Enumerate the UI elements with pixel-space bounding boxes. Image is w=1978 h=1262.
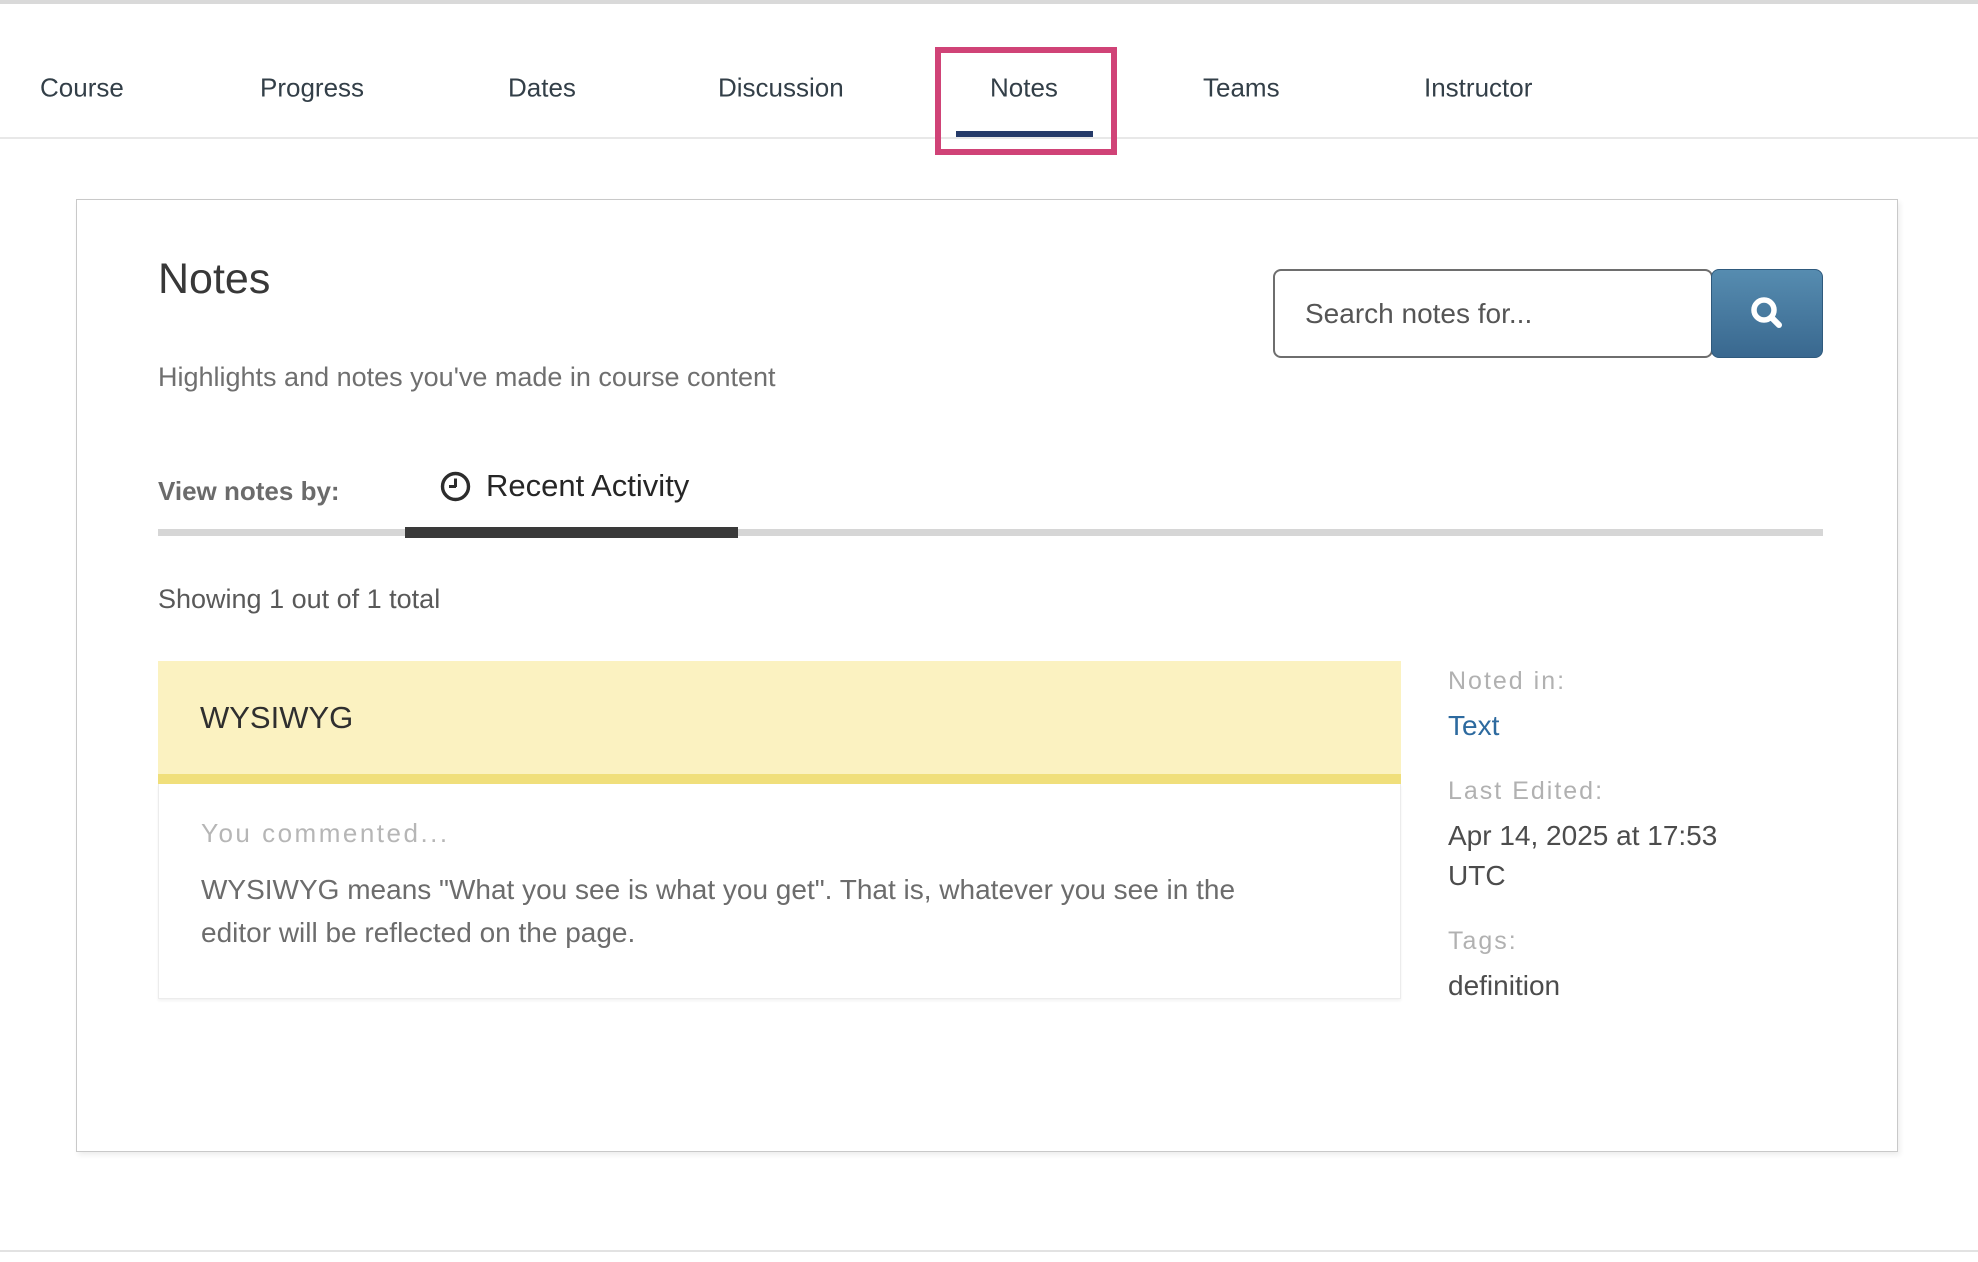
tab-teams[interactable]: Teams [1203,73,1280,104]
view-tab-recent-activity[interactable]: Recent Activity [439,468,689,504]
last-edited-value: Apr 14, 2025 at 17:53 UTC [1448,816,1758,897]
tab-course[interactable]: Course [40,73,124,104]
notes-page: Course Progress Dates Discussion Notes T… [0,0,1978,1262]
notes-panel: Notes Highlights and notes you've made i… [76,199,1898,1152]
course-tab-nav: Course Progress Dates Discussion Notes T… [0,4,1978,139]
tab-instructor[interactable]: Instructor [1424,73,1532,104]
highlight-label: WYSIWYG [200,700,353,736]
tab-dates[interactable]: Dates [508,73,576,104]
noted-in-link[interactable]: Text [1448,710,1499,741]
results-summary: Showing 1 out of 1 total [158,584,440,615]
last-edited-label: Last Edited: [1448,777,1758,806]
comment-text: WYSIWYG means "What you see is what you … [201,869,1311,954]
note-comment-body: You commented... WYSIWYG means "What you… [158,784,1401,999]
view-tab-label: Recent Activity [486,468,689,504]
page-subtitle: Highlights and notes you've made in cour… [158,362,776,393]
active-tab-underline [956,131,1093,137]
search-button[interactable] [1711,269,1823,358]
note-card: WYSIWYG You commented... WYSIWYG means "… [158,661,1401,999]
noted-in-group: Noted in: Text [1448,667,1758,747]
note-highlighted-text: WYSIWYG [158,661,1401,784]
tab-notes[interactable]: Notes [990,73,1058,104]
noted-in-label: Noted in: [1448,667,1758,696]
comment-label: You commented... [201,818,1358,849]
note-row: WYSIWYG You commented... WYSIWYG means "… [158,661,1758,1036]
view-notes-by-label: View notes by: [158,476,340,507]
view-tab-active-indicator [405,527,738,538]
tab-discussion[interactable]: Discussion [718,73,844,104]
last-edited-group: Last Edited: Apr 14, 2025 at 17:53 UTC [1448,777,1758,897]
clock-icon [439,470,472,503]
tags-value: definition [1448,966,1758,1007]
tab-progress[interactable]: Progress [260,73,364,104]
search-icon [1745,292,1789,336]
view-tabs-rail [158,529,1823,536]
note-metadata: Noted in: Text Last Edited: Apr 14, 2025… [1448,661,1758,1036]
search-input[interactable] [1273,269,1713,358]
page-title: Notes [158,255,270,304]
tags-group: Tags: definition [1448,927,1758,1007]
tags-label: Tags: [1448,927,1758,956]
footer-divider [0,1250,1978,1252]
